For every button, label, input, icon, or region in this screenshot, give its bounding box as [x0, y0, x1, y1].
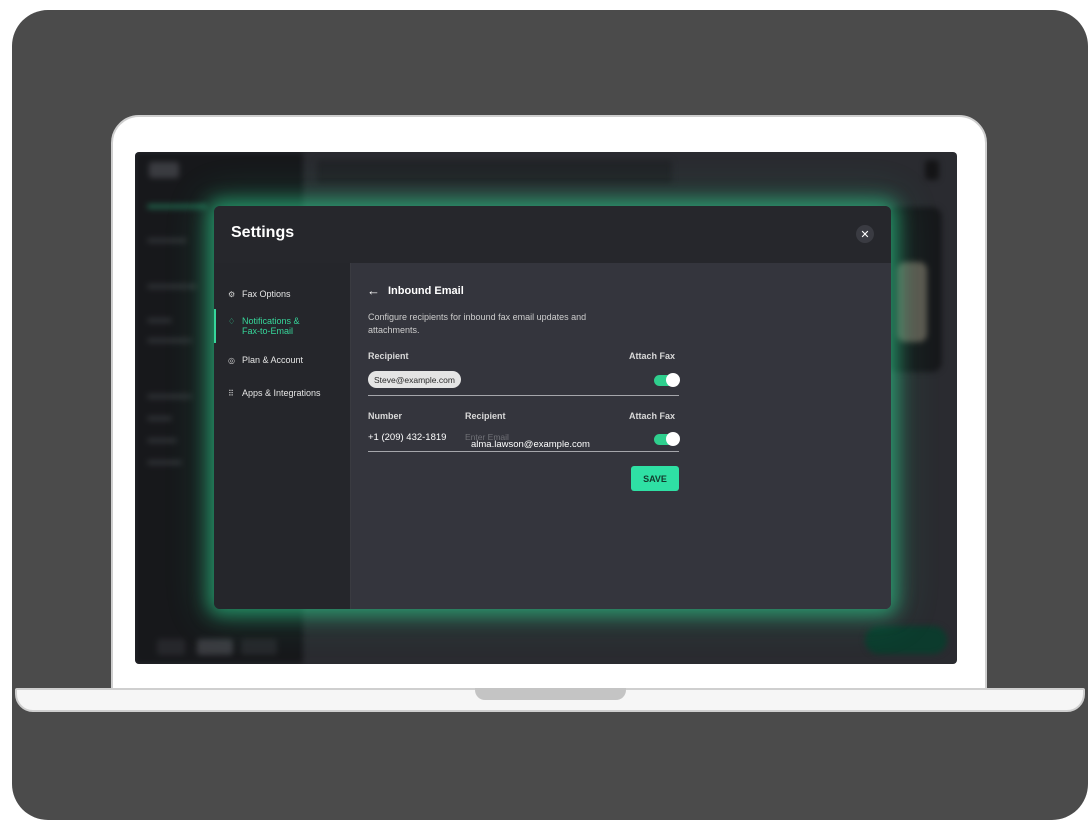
background-nav-line: [147, 238, 187, 243]
back-arrow-icon[interactable]: ←: [367, 283, 380, 298]
modal-title: Settings: [231, 224, 295, 241]
background-tab: [241, 639, 277, 655]
user-circle-icon: ◎: [228, 356, 235, 365]
background-nav-line: [147, 438, 177, 443]
recipient-header: Recipient: [465, 411, 506, 421]
background-tab: [197, 639, 233, 655]
sidebar-item-notifications[interactable]: ♢ Notifications & Fax-to-Email: [214, 316, 351, 336]
settings-content: ← Inbound Email Configure recipients for…: [351, 263, 891, 609]
toggle-knob: [666, 373, 680, 387]
sidebar-item-label: Apps & Integrations: [242, 388, 321, 398]
section-description: Configure recipients for inbound fax ema…: [368, 312, 587, 335]
background-card-image: [897, 262, 927, 342]
section-title: Inbound Email: [388, 285, 464, 297]
sidebar-item-apps-integrations[interactable]: ⠿ Apps & Integrations: [214, 388, 351, 399]
close-icon: ✕: [860, 228, 870, 241]
toggle-knob: [666, 432, 680, 446]
modal-header: Settings ✕: [214, 206, 891, 263]
grid-icon: ⠿: [228, 389, 234, 398]
background-nav-line: [147, 204, 207, 209]
settings-sidebar: ⚙ Fax Options ♢ Notifications & Fax-to-E…: [214, 263, 351, 609]
background-tab: [157, 639, 185, 655]
number-header: Number: [368, 411, 403, 421]
attach-fax-header: Attach Fax: [629, 351, 676, 361]
sidebar-item-label: Notifications & Fax-to-Email: [242, 316, 300, 336]
background-nav-line: [147, 338, 192, 343]
attach-fax-toggle[interactable]: [654, 373, 680, 387]
background-search: [317, 160, 672, 184]
save-button[interactable]: SAVE: [631, 466, 679, 491]
divider: [368, 395, 679, 396]
background-nav-line: [147, 284, 197, 289]
sidebar-item-label: Fax Options: [242, 289, 291, 299]
background-fab: [865, 626, 947, 654]
background-nav-line: [147, 416, 172, 421]
gear-icon: ⚙: [228, 290, 236, 299]
sidebar-item-fax-options[interactable]: ⚙ Fax Options: [214, 289, 351, 300]
settings-modal: Settings ✕ ⚙ Fax Options ♢ Notifications…: [214, 206, 891, 609]
recipient-chip[interactable]: Steve@example.com: [368, 371, 461, 388]
background-nav-line: [147, 394, 192, 399]
attach-fax-header: Attach Fax: [629, 411, 676, 421]
bell-icon: ♢: [228, 317, 236, 326]
background-logo: [149, 162, 179, 178]
close-button[interactable]: ✕: [856, 225, 874, 243]
attach-fax-toggle[interactable]: [654, 432, 680, 446]
sidebar-item-label: Plan & Account: [242, 355, 304, 365]
recipient-header: Recipient: [368, 351, 409, 361]
sidebar-item-plan-account[interactable]: ◎ Plan & Account: [214, 355, 351, 366]
background-avatar: [925, 160, 939, 180]
fax-number: +1 (209) 432-1819: [368, 432, 447, 443]
recipient-email-input[interactable]: alma.lawson@example.com: [471, 439, 590, 450]
background-nav-line: [147, 318, 172, 323]
divider: [368, 451, 679, 452]
background-nav-line: [147, 460, 182, 465]
laptop-notch: [475, 688, 626, 700]
